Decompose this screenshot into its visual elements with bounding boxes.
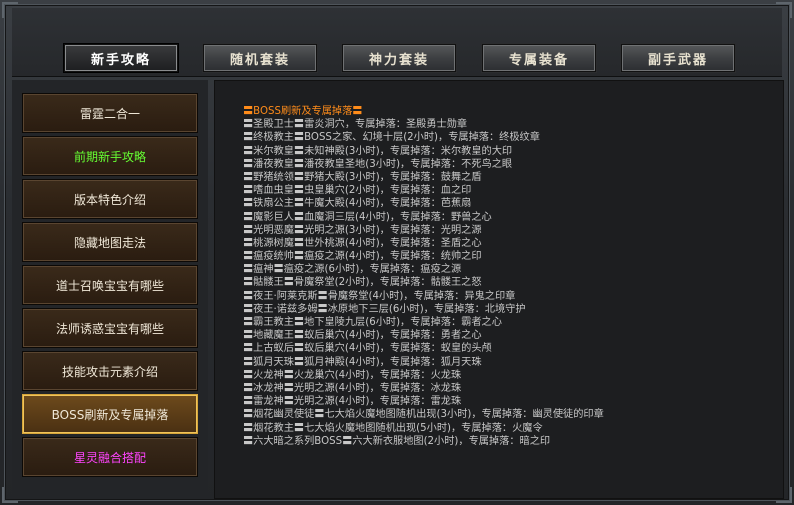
top-tab-bar: 新手攻略 随机套装 神力套装 专属装备 副手武器 bbox=[12, 8, 782, 77]
boss-drop-line: 〓野猪统领〓野猪大殿(3小时)，专属掉落：鼓舞之盾 bbox=[243, 171, 482, 183]
sidebar-item-version-features[interactable]: 版本特色介绍 bbox=[22, 179, 198, 219]
tab-offhand-weapon[interactable]: 副手武器 bbox=[621, 44, 735, 72]
sidebar-item-star-spirit[interactable]: 星灵融合搭配 bbox=[22, 437, 198, 477]
tab-newbie-guide[interactable]: 新手攻略 bbox=[64, 44, 178, 72]
boss-drop-line: 〓雷龙神〓光明之源(4小时)，专属掉落：雷龙珠 bbox=[243, 396, 462, 408]
boss-drop-list: 〓BOSS刷新及专属掉落〓 〓圣殿卫士〓雷炎洞穴，专属掉落：圣殿勇士勋章 〓终极教… bbox=[243, 105, 773, 448]
sidebar-item-thunder-2in1[interactable]: 雷霆二合一 bbox=[22, 93, 198, 133]
sidebar-item-skill-elements[interactable]: 技能攻击元素介绍 bbox=[22, 351, 198, 391]
tab-exclusive-gear[interactable]: 专属装备 bbox=[482, 44, 596, 72]
boss-drop-line: 〓上古蚁后〓蚁后巢穴(4小时)，专属掉落：蚁皇的头颅 bbox=[243, 343, 492, 355]
boss-drop-line: 〓地藏魔王〓蚁后巢穴(4小时)，专属掉落：勇者之心 bbox=[243, 330, 482, 342]
sidebar: 雷霆二合一 前期新手攻略 版本特色介绍 隐藏地图走法 道士召唤宝宝有哪些 法师诱… bbox=[12, 80, 208, 497]
boss-drop-line: 〓狐月天珠〓狐月神殿(4小时)，专属掉落：狐月天珠 bbox=[243, 356, 482, 368]
boss-drop-line: 〓烟花教主〓七大焰火魔地图随机出现(5小时)，专属掉落：火魔令 bbox=[243, 422, 543, 434]
boss-drop-line: 〓骷髅王〓骨魔祭堂(2小时)，专属掉落：骷髅王之怒 bbox=[243, 277, 482, 289]
sidebar-item-hidden-map[interactable]: 隐藏地图走法 bbox=[22, 222, 198, 262]
sidebar-item-mage-pets[interactable]: 法师诱惑宝宝有哪些 bbox=[22, 308, 198, 348]
boss-drop-line: 〓魔影巨人〓血魔洞三层(4小时)，专属掉落：野兽之心 bbox=[243, 211, 492, 223]
boss-drop-line: 〓六大暗之系列BOSS〓六大新衣服地图(2小时)，专属掉落：暗之印 bbox=[243, 435, 551, 447]
tab-divine-set[interactable]: 神力套装 bbox=[342, 44, 456, 72]
boss-drop-line: 〓铁扇公主〓牛魔大殿(4小时)，专属掉落：芭蕉扇 bbox=[243, 198, 472, 210]
boss-drop-line: 〓夜王·阿莱克斯〓骨魔祭堂(4小时)，专属掉落：异鬼之印章 bbox=[243, 290, 516, 302]
boss-drop-line: 〓潘夜教皇〓潘夜教皇圣地(3小时)，专属掉落：不死鸟之眼 bbox=[243, 158, 513, 170]
content-panel: 〓BOSS刷新及专属掉落〓 〓圣殿卫士〓雷炎洞穴，专属掉落：圣殿勇士勋章 〓终极教… bbox=[214, 80, 784, 499]
boss-drop-line: 〓冰龙神〓光明之源(4小时)，专属掉落：冰龙珠 bbox=[243, 382, 462, 394]
sidebar-item-boss-drops[interactable]: BOSS刷新及专属掉落 bbox=[22, 394, 198, 434]
boss-drop-line: 〓米尔教皇〓未知神殿(3小时)，专属掉落：米尔教皇的大印 bbox=[243, 145, 513, 157]
section-heading: 〓BOSS刷新及专属掉落〓 bbox=[243, 106, 363, 117]
boss-drop-line: 〓嗜血虫皇〓虫皇巢穴(2小时)，专属掉落：血之印 bbox=[243, 185, 472, 197]
boss-drop-line: 〓瘟神〓瘟疫之源(6小时)，专属掉落：瘟疫之源 bbox=[243, 264, 462, 276]
boss-drop-line: 〓光明恶魔〓光明之源(3小时)，专属掉落：光明之源 bbox=[243, 224, 482, 236]
boss-drop-line: 〓圣殿卫士〓雷炎洞穴，专属掉落：圣殿勇士勋章 bbox=[243, 119, 468, 131]
boss-drop-line: 〓终极教主〓BOSS之家、幻境十层(2小时)，专属掉落：终极纹章 bbox=[243, 132, 540, 144]
boss-drop-line: 〓火龙神〓火龙巢穴(4小时)，专属掉落：火龙珠 bbox=[243, 369, 462, 381]
tab-random-set[interactable]: 随机套装 bbox=[203, 44, 317, 72]
boss-drop-line: 〓霸王教主〓地下皇陵九层(6小时)，专属掉落：霸者之心 bbox=[243, 317, 502, 328]
boss-drop-line: 〓夜王·诺兹多姆〓冰原地下三层(6小时)，专属掉落：北境守护 bbox=[243, 303, 526, 315]
sidebar-item-taoist-pets[interactable]: 道士召唤宝宝有哪些 bbox=[22, 265, 198, 305]
boss-drop-line: 〓桃源树魔〓世外桃源(4小时)，专属掉落：圣盾之心 bbox=[243, 237, 482, 249]
boss-drop-line: 〓烟花幽灵使徒〓七大焰火魔地图随机出现(3小时)，专属掉落：幽灵使徒的印章 bbox=[243, 409, 604, 421]
boss-drop-line: 〓瘟疫统帅〓瘟疫之源(4小时)，专属掉落：统帅之印 bbox=[243, 251, 482, 263]
sidebar-item-early-guide[interactable]: 前期新手攻略 bbox=[22, 136, 198, 176]
